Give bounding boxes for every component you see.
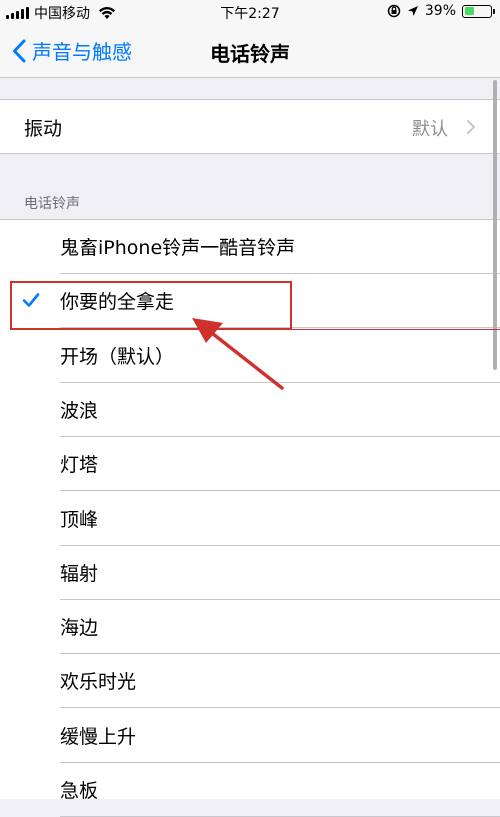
location-icon xyxy=(407,6,418,16)
ringtone-label: 鬼畜iPhone铃声一酷音铃声 xyxy=(60,237,296,259)
ringtone-row[interactable]: 顶峰 xyxy=(0,492,500,546)
ringtone-row[interactable]: 欢乐时光 xyxy=(0,654,500,709)
status-bar: 中国移动 下午2:27 39% xyxy=(0,0,500,26)
page-title: 电话铃声 xyxy=(210,42,290,66)
ringtone-label: 缓慢上升 xyxy=(60,725,137,748)
navigation-bar: 声音与触感 电话铃声 xyxy=(0,26,500,78)
chevron-right-icon xyxy=(467,120,475,134)
ringtone-label: 海边 xyxy=(60,617,99,640)
rotation-lock-icon xyxy=(387,4,401,18)
ringtone-row[interactable]: 鬼畜iPhone铃声一酷音铃声 xyxy=(0,220,500,274)
ringtone-row[interactable]: 开场（默认） xyxy=(0,329,500,383)
battery-percent: 39% xyxy=(424,3,456,19)
ringtone-label: 开场（默认） xyxy=(60,345,175,368)
annotation-line xyxy=(292,329,500,330)
ringtone-row[interactable]: 灯塔 xyxy=(0,437,500,492)
vibration-row[interactable]: 振动 默认 xyxy=(0,99,500,154)
annotation-highlight-box xyxy=(10,281,292,330)
ringtone-label: 欢乐时光 xyxy=(60,671,137,694)
ringtone-row[interactable]: 缓慢上升 xyxy=(0,709,500,763)
status-right: 39% xyxy=(387,3,495,19)
ringtone-row[interactable]: 波浪 xyxy=(0,383,500,437)
vibration-value: 默认 xyxy=(412,119,448,140)
ringtone-label: 波浪 xyxy=(60,399,99,422)
ringtone-row[interactable]: 辐射 xyxy=(0,546,500,600)
battery-tip xyxy=(492,8,495,14)
scrollbar[interactable] xyxy=(493,80,497,370)
ringtone-row[interactable]: 急板 xyxy=(0,763,500,817)
battery-icon xyxy=(462,4,495,18)
ringtone-label: 顶峰 xyxy=(60,508,99,531)
ringtone-row[interactable]: 海边 xyxy=(0,600,500,655)
ringtone-label: 辐射 xyxy=(60,562,99,585)
ringtones-section-header: 电话铃声 xyxy=(24,196,80,212)
battery-fill xyxy=(464,7,474,15)
vibration-label: 振动 xyxy=(24,118,63,140)
ringtone-label: 灯塔 xyxy=(60,454,99,477)
